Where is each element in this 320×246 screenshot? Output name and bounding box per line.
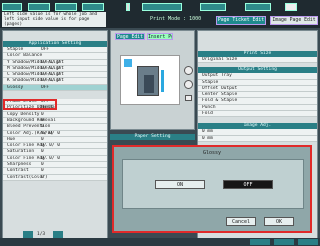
app-setting-value: OFF [41,84,50,90]
tab-3[interactable] [55,3,77,11]
image-setting-label: Sharpness [7,162,32,168]
zoom-in-icon[interactable] [184,66,193,75]
app-setting-label: Staple [7,47,24,52]
dialog-title: Glossy [202,150,222,156]
tab-insert-page[interactable]: Insert Pg [147,33,173,40]
glossy-dialog: Glossy ON OFF Cancel OK [112,145,312,233]
image-setting-row[interactable]: Contrast(Color) 0 [3,174,107,181]
status-button-1[interactable] [250,239,270,245]
image-setting-value: 0 [41,174,44,180]
zoom-out-icon[interactable] [184,80,193,89]
page-thumbnail-image[interactable] [137,66,159,96]
page-marker [124,59,132,67]
print-mode-label: Print Mode : 1000 [150,16,202,22]
tab-2[interactable] [28,3,50,11]
fit-icon[interactable] [185,95,192,101]
page-side-bar [161,70,164,92]
dialog-option-area: ON OFF [122,159,304,209]
power-icon[interactable] [285,3,297,11]
image-setting-label: Background Removal [7,117,56,123]
image-page-edit-button[interactable]: Image Page Edit [270,16,318,25]
status-button-3[interactable] [298,239,318,245]
tab-6[interactable] [200,3,226,11]
app-setting-row[interactable]: Glossy OFF [3,84,107,92]
image-setting-label: Contrast [7,168,29,174]
status-bar [0,238,320,246]
page-thumbnail-area [120,55,180,105]
tab-page-edit[interactable]: Page Edit [115,33,145,40]
output-setting-row[interactable]: Fold [198,111,317,118]
cancel-button[interactable]: Cancel [226,217,256,226]
app-setting-label: Color Balance [7,53,43,59]
glossy-off-button[interactable]: OFF [223,180,273,189]
image-setting-label: Copy Density [7,111,40,117]
page-ticket-edit-button[interactable]: Page Ticket Edit [216,16,266,25]
image-setting-label: Hue [7,136,16,142]
left-settings-panel: Application Setting Staple OFF Color Balan… [2,30,108,244]
image-setting-label: Saturation [7,149,35,155]
tab-5[interactable] [142,3,182,11]
ok-button[interactable]: OK [264,217,294,226]
tab-7[interactable] [245,3,271,11]
tab-4[interactable] [82,3,104,11]
image-adj-row[interactable]: 0 mm [198,135,317,142]
glossy-row-highlight [3,99,57,110]
help-text: Left side value is for whole job and lef… [2,12,106,27]
status-button-2[interactable] [274,239,294,245]
app-setting-label: Glossy [7,84,24,90]
glossy-on-button[interactable]: ON [155,180,205,189]
tab-1[interactable] [2,3,22,11]
page-indicator: 1/3 [37,232,46,237]
print-size-value: Original Size [198,57,317,64]
indicator-icon [126,3,130,11]
paper-setting-header: Paper Setting [110,134,195,140]
